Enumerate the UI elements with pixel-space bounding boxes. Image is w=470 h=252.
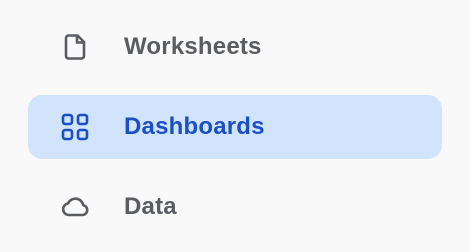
cloud-icon xyxy=(59,191,91,223)
dashboard-grid-icon xyxy=(59,111,91,143)
sidebar-item-dashboards[interactable]: Dashboards xyxy=(28,95,442,159)
sidebar-item-worksheets[interactable]: Worksheets xyxy=(28,15,442,79)
sidebar-nav: Worksheets Dashboards Data xyxy=(0,0,470,252)
sidebar-item-label: Worksheets xyxy=(124,33,262,60)
sidebar-item-label: Data xyxy=(124,193,177,220)
sidebar-item-data[interactable]: Data xyxy=(28,175,442,239)
document-icon xyxy=(59,31,91,63)
sidebar-item-label: Dashboards xyxy=(124,113,265,140)
